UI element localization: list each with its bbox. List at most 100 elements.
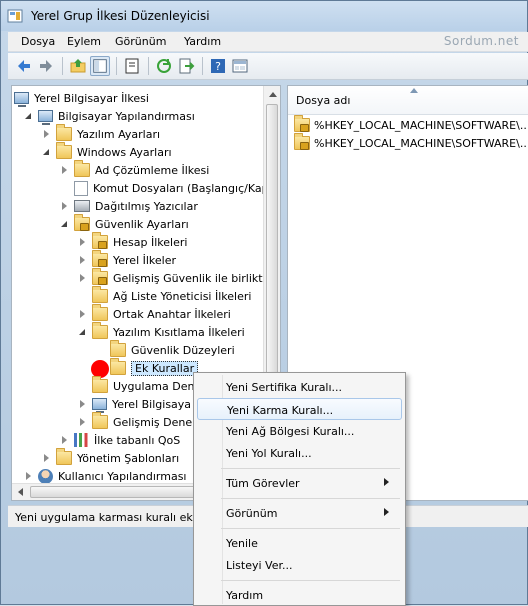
collapsed-arrow-icon[interactable] — [78, 417, 88, 427]
list-item[interactable]: %HKEY_LOCAL_MACHINE\SOFTWARE\... — [294, 133, 528, 152]
export-list-item[interactable]: Listeyi Ver... — [197, 554, 402, 576]
view-item[interactable]: Görünüm — [197, 502, 402, 524]
tree-item[interactable]: İlke tabanlı QoS — [60, 431, 180, 449]
tree-item[interactable]: Bilgisayar Yapılandırması — [24, 107, 195, 125]
toolbar-separator — [148, 57, 149, 75]
tree-item-label: İlke tabanlı QoS — [94, 433, 181, 447]
menu-item-label: Yeni Ağ Bölgesi Kuralı... — [226, 425, 355, 438]
file-name-column[interactable]: Dosya adı — [296, 94, 350, 107]
list-item-label: %HKEY_LOCAL_MACHINE\SOFTWARE\... — [314, 136, 528, 150]
tree-item[interactable]: Yazılım Kısıtlama İlkeleri — [78, 322, 245, 341]
folder-icon — [56, 142, 72, 159]
back-icon[interactable] — [14, 56, 34, 76]
tree-item-label: Ad Çözümleme İlkesi — [95, 163, 210, 177]
list-item[interactable]: %HKEY_LOCAL_MACHINE\SOFTWARE\... — [294, 115, 528, 134]
tree-item[interactable]: Gelişmiş Dene — [78, 412, 192, 431]
tree-item[interactable]: Windows Ayarları — [42, 142, 172, 161]
tree-item[interactable]: Uygulama Dene — [92, 376, 201, 395]
all-tasks-item[interactable]: Tüm Görevler — [197, 472, 402, 494]
chart-icon — [74, 433, 89, 447]
lock-folder-icon — [92, 268, 108, 285]
show-hide-tree-icon[interactable] — [90, 56, 110, 76]
tree-item[interactable]: Hesap İlkeleri — [78, 232, 187, 251]
collapsed-arrow-icon[interactable] — [78, 255, 88, 265]
tree-item-label: Ağ Liste Yöneticisi İlkeleri — [113, 289, 252, 303]
menu-item-label: Yardım — [226, 589, 264, 602]
lock-folder-icon — [92, 232, 108, 249]
tree-item[interactable]: Gelişmiş Güvenlik ile birlikte — [78, 268, 269, 287]
help-item[interactable]: Yardım — [197, 584, 402, 606]
menu-item-label: Listeyi Ver... — [226, 559, 293, 572]
menu-view[interactable]: Görünüm — [115, 35, 166, 48]
tree-item-label: Yerel Bilgisaya — [112, 397, 192, 411]
status-text: Yeni uygulama karması kuralı ekle — [15, 511, 203, 524]
new-certificate-rule-item[interactable]: Yeni Sertifika Kuralı... — [197, 376, 402, 398]
collapsed-arrow-icon[interactable] — [42, 129, 52, 139]
scroll-up-icon[interactable] — [269, 92, 277, 97]
new-network-zone-rule-item[interactable]: Yeni Ağ Bölgesi Kuralı... — [197, 420, 402, 442]
column-header[interactable]: Dosya adı — [288, 86, 528, 115]
group-policy-window: Yerel Grup İlkesi Düzenleyicisi Dosya Ey… — [0, 0, 528, 606]
tree-item[interactable]: Yerel Bilgisaya — [78, 395, 191, 413]
tree-item-label: Yönetim Şablonları — [77, 451, 180, 465]
tree-item-label: Yazılım Kısıtlama İlkeleri — [113, 325, 245, 339]
tree-item[interactable]: Yazılım Ayarları — [42, 124, 160, 143]
tree-item-label: Komut Dosyaları (Başlangıç/Kap — [93, 181, 269, 195]
collapsed-arrow-icon[interactable] — [78, 309, 88, 319]
refresh-item[interactable]: Yenile — [197, 532, 402, 554]
collapsed-arrow-icon[interactable] — [42, 453, 52, 463]
tree-item[interactable]: Güvenlik Düzeyleri — [110, 340, 235, 359]
properties-icon[interactable] — [122, 56, 142, 76]
new-path-rule-item[interactable]: Yeni Yol Kuralı... — [197, 442, 402, 464]
refresh-icon[interactable] — [154, 56, 174, 76]
context-menu[interactable]: Yeni Sertifika Kuralı... Yeni Karma Kura… — [193, 372, 406, 606]
tree-item[interactable]: Yönetim Şablonları — [42, 448, 180, 467]
expanded-arrow-icon[interactable] — [24, 111, 34, 121]
toolbar-separator — [62, 57, 63, 75]
expanded-arrow-icon[interactable] — [42, 147, 52, 157]
printer-icon — [74, 200, 90, 212]
collapsed-arrow-icon[interactable] — [60, 435, 70, 445]
tree-item[interactable]: Dağıtılmış Yazıcılar — [60, 197, 198, 215]
tree-item[interactable]: Yerel İlkeler — [78, 250, 176, 269]
submenu-arrow-icon — [384, 478, 389, 486]
tree-item-label: Windows Ayarları — [77, 145, 172, 159]
tree-item[interactable]: Ortak Anahtar İlkeleri — [78, 304, 231, 323]
menu-item-label: Tüm Görevler — [226, 477, 300, 490]
tree-item-label: Ortak Anahtar İlkeleri — [113, 307, 231, 321]
collapsed-arrow-icon[interactable] — [24, 471, 34, 481]
forward-icon[interactable] — [36, 56, 56, 76]
menu-help[interactable]: Yardım — [184, 35, 221, 48]
collapsed-arrow-icon[interactable] — [78, 399, 88, 409]
new-hash-rule-item[interactable]: Yeni Karma Kuralı... — [197, 398, 402, 420]
tree-item[interactable]: Güvenlik Ayarları — [60, 214, 189, 233]
export-list-icon[interactable] — [176, 56, 196, 76]
up-folder-icon[interactable] — [68, 56, 88, 76]
tree-item[interactable]: Komut Dosyaları (Başlangıç/Kap — [74, 179, 269, 197]
scroll-left-icon[interactable] — [18, 488, 23, 496]
collapsed-arrow-icon[interactable] — [78, 237, 88, 247]
tree-item[interactable]: Ad Çözümleme İlkesi — [60, 160, 210, 179]
folder-icon — [92, 376, 108, 393]
expanded-arrow-icon[interactable] — [60, 219, 70, 229]
tree-item[interactable]: Yerel Bilgisayar İlkesi — [14, 89, 149, 107]
menu-item-label: Yeni Yol Kuralı... — [226, 447, 312, 460]
tree-item[interactable]: Ağ Liste Yöneticisi İlkeleri — [92, 286, 252, 305]
title-bar[interactable]: Yerel Grup İlkesi Düzenleyicisi — [1, 1, 527, 31]
tree-item-label: Kullanıcı Yapılandırması — [58, 469, 187, 483]
folder-icon — [92, 304, 108, 321]
menu-file[interactable]: Dosya — [21, 35, 55, 48]
help-icon[interactable]: ? — [208, 56, 228, 76]
menu-separator — [221, 498, 400, 499]
group-policy-icon — [7, 9, 23, 23]
lock-folder-icon — [92, 250, 108, 267]
folder-icon — [56, 124, 72, 141]
collapsed-arrow-icon[interactable] — [60, 165, 70, 175]
collapsed-arrow-icon[interactable] — [60, 201, 70, 211]
tree-item-selected[interactable]: Ek Kurallar — [110, 358, 199, 377]
expanded-arrow-icon[interactable] — [78, 327, 88, 337]
collapsed-arrow-icon[interactable] — [78, 273, 88, 283]
menu-item-label: Yenile — [226, 537, 258, 550]
view-icon[interactable] — [230, 56, 250, 76]
menu-action[interactable]: Eylem — [67, 35, 101, 48]
